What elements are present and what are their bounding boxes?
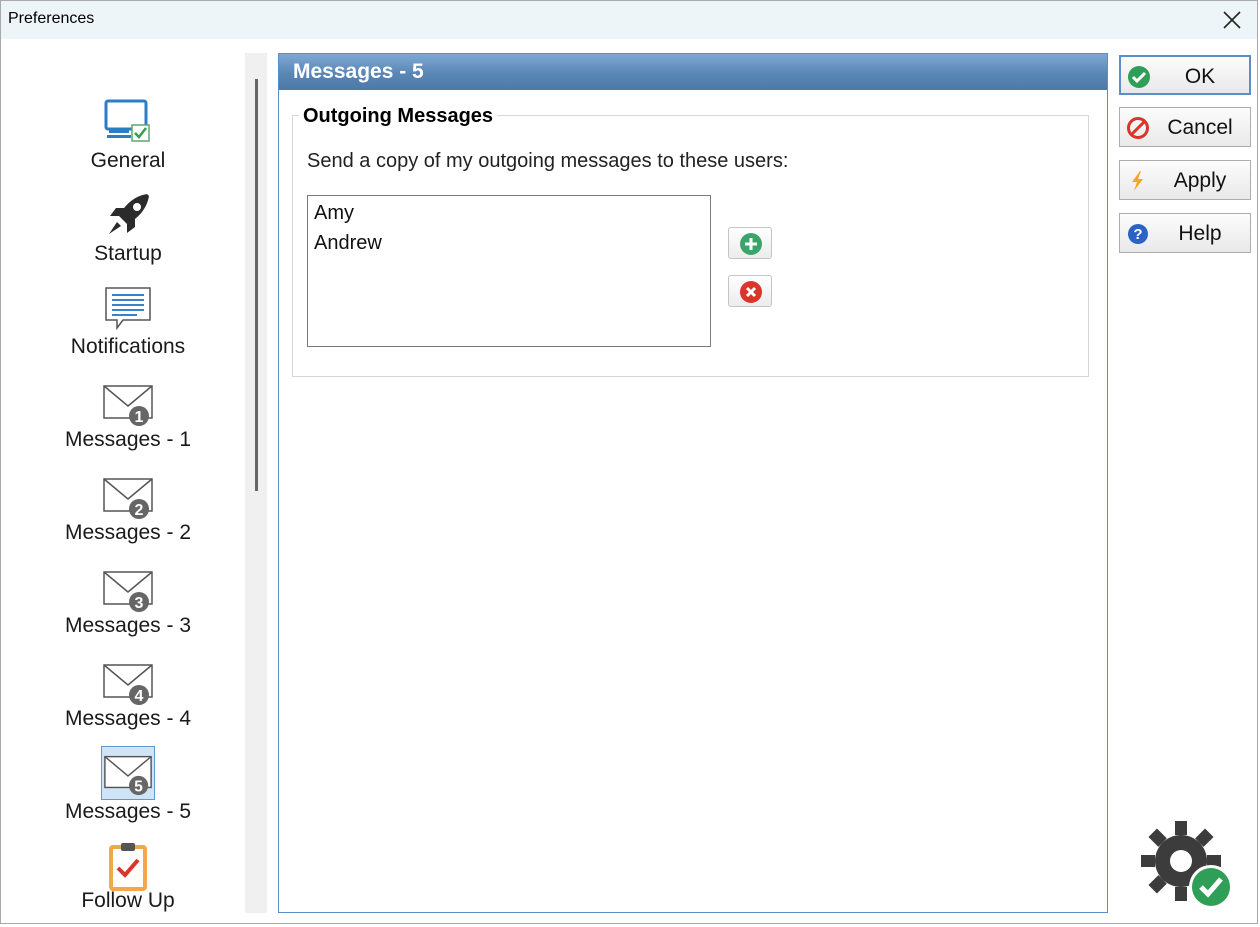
nav-label: Messages - 1	[64, 428, 192, 451]
group-description: Send a copy of my outgoing messages to t…	[307, 150, 789, 172]
cancel-button[interactable]: Cancel	[1119, 107, 1251, 147]
nav-label: Messages - 2	[64, 521, 192, 544]
settings-gear-check-icon	[1139, 817, 1235, 913]
svg-text:3: 3	[135, 595, 144, 612]
remove-circle-icon	[740, 281, 762, 303]
nav-item-messages-5[interactable]: 5 Messages - 5	[1, 744, 245, 834]
envelope-2-icon: 2	[101, 469, 155, 523]
envelope-3-icon: 3	[101, 562, 155, 616]
svg-text:2: 2	[135, 502, 144, 519]
plus-circle-icon	[740, 233, 762, 255]
close-icon[interactable]	[1219, 7, 1245, 33]
help-button[interactable]: ? Help	[1119, 213, 1251, 253]
help-icon: ?	[1128, 224, 1148, 244]
nav-item-messages-1[interactable]: 1 Messages - 1	[1, 372, 245, 462]
group-title: Outgoing Messages	[299, 105, 498, 128]
title-bar: Preferences	[1, 1, 1257, 39]
nav-item-messages-3[interactable]: 3 Messages - 3	[1, 558, 245, 648]
clipboard-check-icon	[101, 841, 155, 895]
nav-label: Messages - 5	[64, 800, 192, 823]
check-circle-icon	[1128, 66, 1150, 88]
svg-text:1: 1	[135, 409, 144, 426]
svg-text:4: 4	[135, 688, 144, 705]
message-bubble-icon	[101, 283, 155, 337]
nav-item-startup[interactable]: Startup	[1, 186, 245, 276]
apply-button[interactable]: Apply	[1119, 160, 1251, 200]
nav-item-follow-up[interactable]: Follow Up	[1, 837, 245, 927]
messages-5-panel: Messages - 5 Outgoing Messages Send a co…	[278, 53, 1108, 913]
add-user-button[interactable]	[728, 227, 772, 259]
remove-user-button[interactable]	[728, 275, 772, 307]
preferences-window: Preferences General Startup Notification…	[0, 0, 1258, 924]
nav-label: Messages - 4	[64, 707, 192, 730]
prohibited-icon	[1127, 117, 1149, 139]
preferences-nav: General Startup Notifications 1 Messages…	[1, 39, 245, 919]
nav-scrollbar-thumb[interactable]	[255, 79, 258, 491]
svg-text:?: ?	[1133, 226, 1142, 243]
ok-button[interactable]: OK	[1119, 55, 1251, 95]
nav-label: General	[90, 149, 166, 172]
envelope-5-icon: 5	[101, 746, 155, 800]
help-label: Help	[1178, 222, 1222, 245]
apply-label: Apply	[1173, 169, 1227, 192]
nav-item-notifications[interactable]: Notifications	[1, 279, 245, 369]
nav-label: Follow Up	[81, 889, 175, 912]
lightning-icon	[1132, 171, 1143, 191]
window-title: Preferences	[8, 10, 95, 27]
cancel-label: Cancel	[1167, 116, 1233, 139]
svg-text:5: 5	[134, 778, 143, 795]
nav-item-messages-4[interactable]: 4 Messages - 4	[1, 651, 245, 741]
nav-item-messages-2[interactable]: 2 Messages - 2	[1, 465, 245, 555]
monitor-check-icon	[101, 97, 155, 151]
envelope-4-icon: 4	[101, 655, 155, 709]
nav-item-general[interactable]: General	[1, 93, 245, 183]
nav-label: Messages - 3	[64, 614, 192, 637]
panel-header: Messages - 5	[279, 54, 1107, 90]
envelope-1-icon: 1	[101, 376, 155, 430]
list-item[interactable]: Amy	[314, 202, 354, 225]
rocket-icon	[101, 190, 155, 244]
users-listbox[interactable]: Amy Andrew	[307, 195, 711, 347]
nav-label: Startup	[94, 242, 162, 265]
panel-title: Messages - 5	[293, 60, 424, 83]
ok-label: OK	[1184, 65, 1216, 88]
list-item[interactable]: Andrew	[314, 232, 382, 255]
nav-label: Notifications	[70, 335, 186, 358]
